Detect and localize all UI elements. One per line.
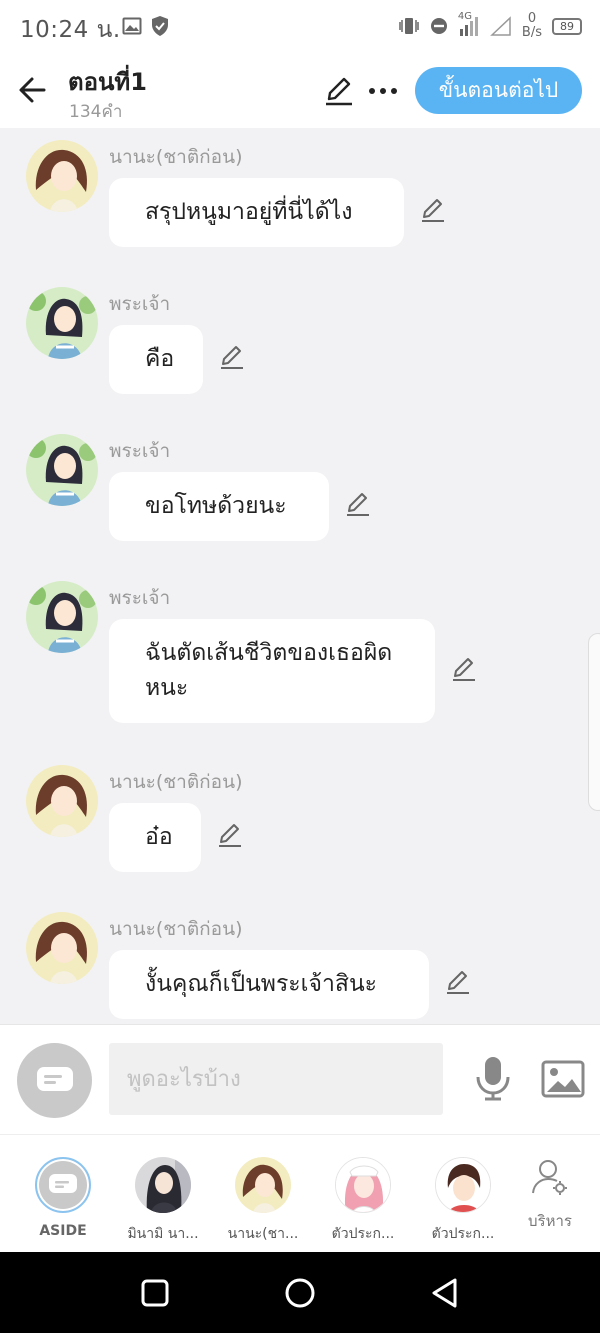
word-count: 134คำ bbox=[69, 102, 123, 122]
input-bar bbox=[0, 1024, 600, 1134]
message-input[interactable] bbox=[109, 1043, 443, 1115]
battery-level: 89 bbox=[560, 19, 574, 33]
image-upload-icon[interactable] bbox=[541, 1059, 585, 1099]
character-label: ASIDE bbox=[39, 1223, 87, 1239]
character-nana[interactable]: นานะ(ชา... bbox=[213, 1135, 313, 1253]
avatar-nana bbox=[235, 1157, 291, 1213]
message-bubble[interactable]: สรุปหนูมาอยู่ที่นี่ได้ไง bbox=[109, 178, 404, 247]
avatar-nana[interactable] bbox=[26, 765, 98, 837]
message-bubble[interactable]: งั้นคุณก็เป็นพระเจ้าสินะ bbox=[109, 950, 429, 1019]
character-label: มินามิ นา... bbox=[127, 1226, 199, 1242]
next-step-button[interactable]: ขั้นตอนต่อไป bbox=[415, 67, 582, 114]
chat-message: นานะ(ชาติก่อน) งั้นคุณก็เป็นพระเจ้าสินะ bbox=[0, 902, 600, 1024]
edit-message-icon[interactable] bbox=[218, 343, 246, 371]
system-nav-bar bbox=[0, 1252, 600, 1333]
sender-name: นานะ(ชาติก่อน) bbox=[109, 146, 243, 168]
back-triangle-icon[interactable] bbox=[428, 1276, 462, 1310]
avatar-extra-2 bbox=[435, 1157, 491, 1213]
character-label: ตัวประก... bbox=[431, 1226, 495, 1242]
character-label: นานะ(ชา... bbox=[227, 1226, 299, 1242]
sender-name: พระเจ้า bbox=[109, 587, 171, 609]
avatar-minami bbox=[135, 1157, 191, 1213]
character-minami[interactable]: มินามิ นา... bbox=[113, 1135, 213, 1253]
sender-name: พระเจ้า bbox=[109, 440, 171, 462]
status-right-icons: 4G 0 B/s 89 bbox=[398, 11, 582, 40]
edit-pencil-icon[interactable] bbox=[322, 74, 356, 108]
image-icon bbox=[122, 17, 142, 35]
avatar-nana[interactable] bbox=[26, 140, 98, 212]
avatar-god[interactable] bbox=[26, 581, 98, 653]
message-bubble[interactable]: ฉันตัดเส้นชีวิตของเธอผิดหนะ bbox=[109, 619, 435, 723]
chat-message: พระเจ้า ฉันตัดเส้นชีวิตของเธอผิดหนะ bbox=[0, 571, 600, 751]
signal-indicator: 4G bbox=[458, 11, 480, 37]
wifi-icon bbox=[490, 16, 511, 36]
home-icon[interactable] bbox=[283, 1276, 317, 1310]
character-aside[interactable]: ASIDE bbox=[13, 1135, 113, 1253]
edit-message-icon[interactable] bbox=[419, 196, 447, 224]
net-speed: 0 B/s bbox=[522, 12, 542, 40]
narration-mode-button[interactable] bbox=[17, 1043, 92, 1118]
chat-message: พระเจ้า คือ bbox=[0, 277, 600, 417]
vibrate-icon bbox=[399, 18, 419, 34]
chat-message: นานะ(ชาติก่อน) สรุปหนูมาอยู่ที่นี่ได้ไง bbox=[0, 130, 600, 270]
net-speed-value: 0 bbox=[527, 11, 537, 26]
status-bar: 10:24 น. 4G 0 B/s 89 bbox=[0, 0, 600, 52]
status-left-icons bbox=[122, 15, 170, 37]
signal-icon bbox=[459, 17, 478, 36]
microphone-icon[interactable] bbox=[472, 1055, 514, 1101]
aside-avatar bbox=[35, 1157, 91, 1213]
scroll-handle[interactable] bbox=[588, 633, 600, 811]
recent-apps-icon[interactable] bbox=[138, 1276, 172, 1310]
chat-area[interactable]: นานะ(ชาติก่อน) สรุปหนูมาอยู่ที่นี่ได้ไง … bbox=[0, 128, 600, 1024]
message-bubble[interactable]: ขอโทษด้วยนะ bbox=[109, 472, 329, 541]
net-speed-unit: B/s bbox=[521, 25, 542, 40]
chat-message: พระเจ้า ขอโทษด้วยนะ bbox=[0, 424, 600, 564]
chat-message: นานะ(ชาติก่อน) อ๋อ bbox=[0, 755, 600, 895]
edit-message-icon[interactable] bbox=[344, 490, 372, 518]
edit-message-icon[interactable] bbox=[444, 968, 472, 996]
character-extra-2[interactable]: ตัวประก... bbox=[413, 1135, 513, 1253]
chat-bubble-icon bbox=[36, 1066, 73, 1091]
character-label: ตัวประก... bbox=[331, 1226, 395, 1242]
message-bubble[interactable]: คือ bbox=[109, 325, 203, 394]
avatar-god[interactable] bbox=[26, 287, 98, 359]
battery-icon: 89 bbox=[552, 17, 582, 35]
dnd-icon bbox=[430, 18, 447, 34]
character-extra-1[interactable]: ตัวประก... bbox=[313, 1135, 413, 1253]
avatar-nana[interactable] bbox=[26, 912, 98, 984]
sender-name: พระเจ้า bbox=[109, 293, 171, 315]
page-title: ตอนที่1 bbox=[68, 68, 147, 96]
avatar-god[interactable] bbox=[26, 434, 98, 506]
manage-label[interactable]: บริหาร bbox=[500, 1209, 600, 1233]
edit-message-icon[interactable] bbox=[450, 655, 478, 683]
more-options-icon[interactable] bbox=[366, 74, 400, 108]
status-time: 10:24 น. bbox=[20, 17, 121, 43]
manage-characters-icon[interactable] bbox=[530, 1157, 570, 1197]
sender-name: นานะ(ชาติก่อน) bbox=[109, 918, 243, 940]
back-arrow-icon[interactable] bbox=[14, 70, 54, 110]
shield-icon bbox=[152, 16, 168, 36]
sender-name: นานะ(ชาติก่อน) bbox=[109, 771, 243, 793]
chat-bubble-icon bbox=[49, 1174, 77, 1193]
character-bar: ASIDE มินามิ นา... นานะ(ชา... ตัวประก...… bbox=[0, 1134, 600, 1252]
avatar-extra-1 bbox=[335, 1157, 391, 1213]
app-header: ตอนที่1 134คำ ขั้นตอนต่อไป bbox=[0, 52, 600, 128]
edit-message-icon[interactable] bbox=[216, 821, 244, 849]
message-bubble[interactable]: อ๋อ bbox=[109, 803, 201, 872]
